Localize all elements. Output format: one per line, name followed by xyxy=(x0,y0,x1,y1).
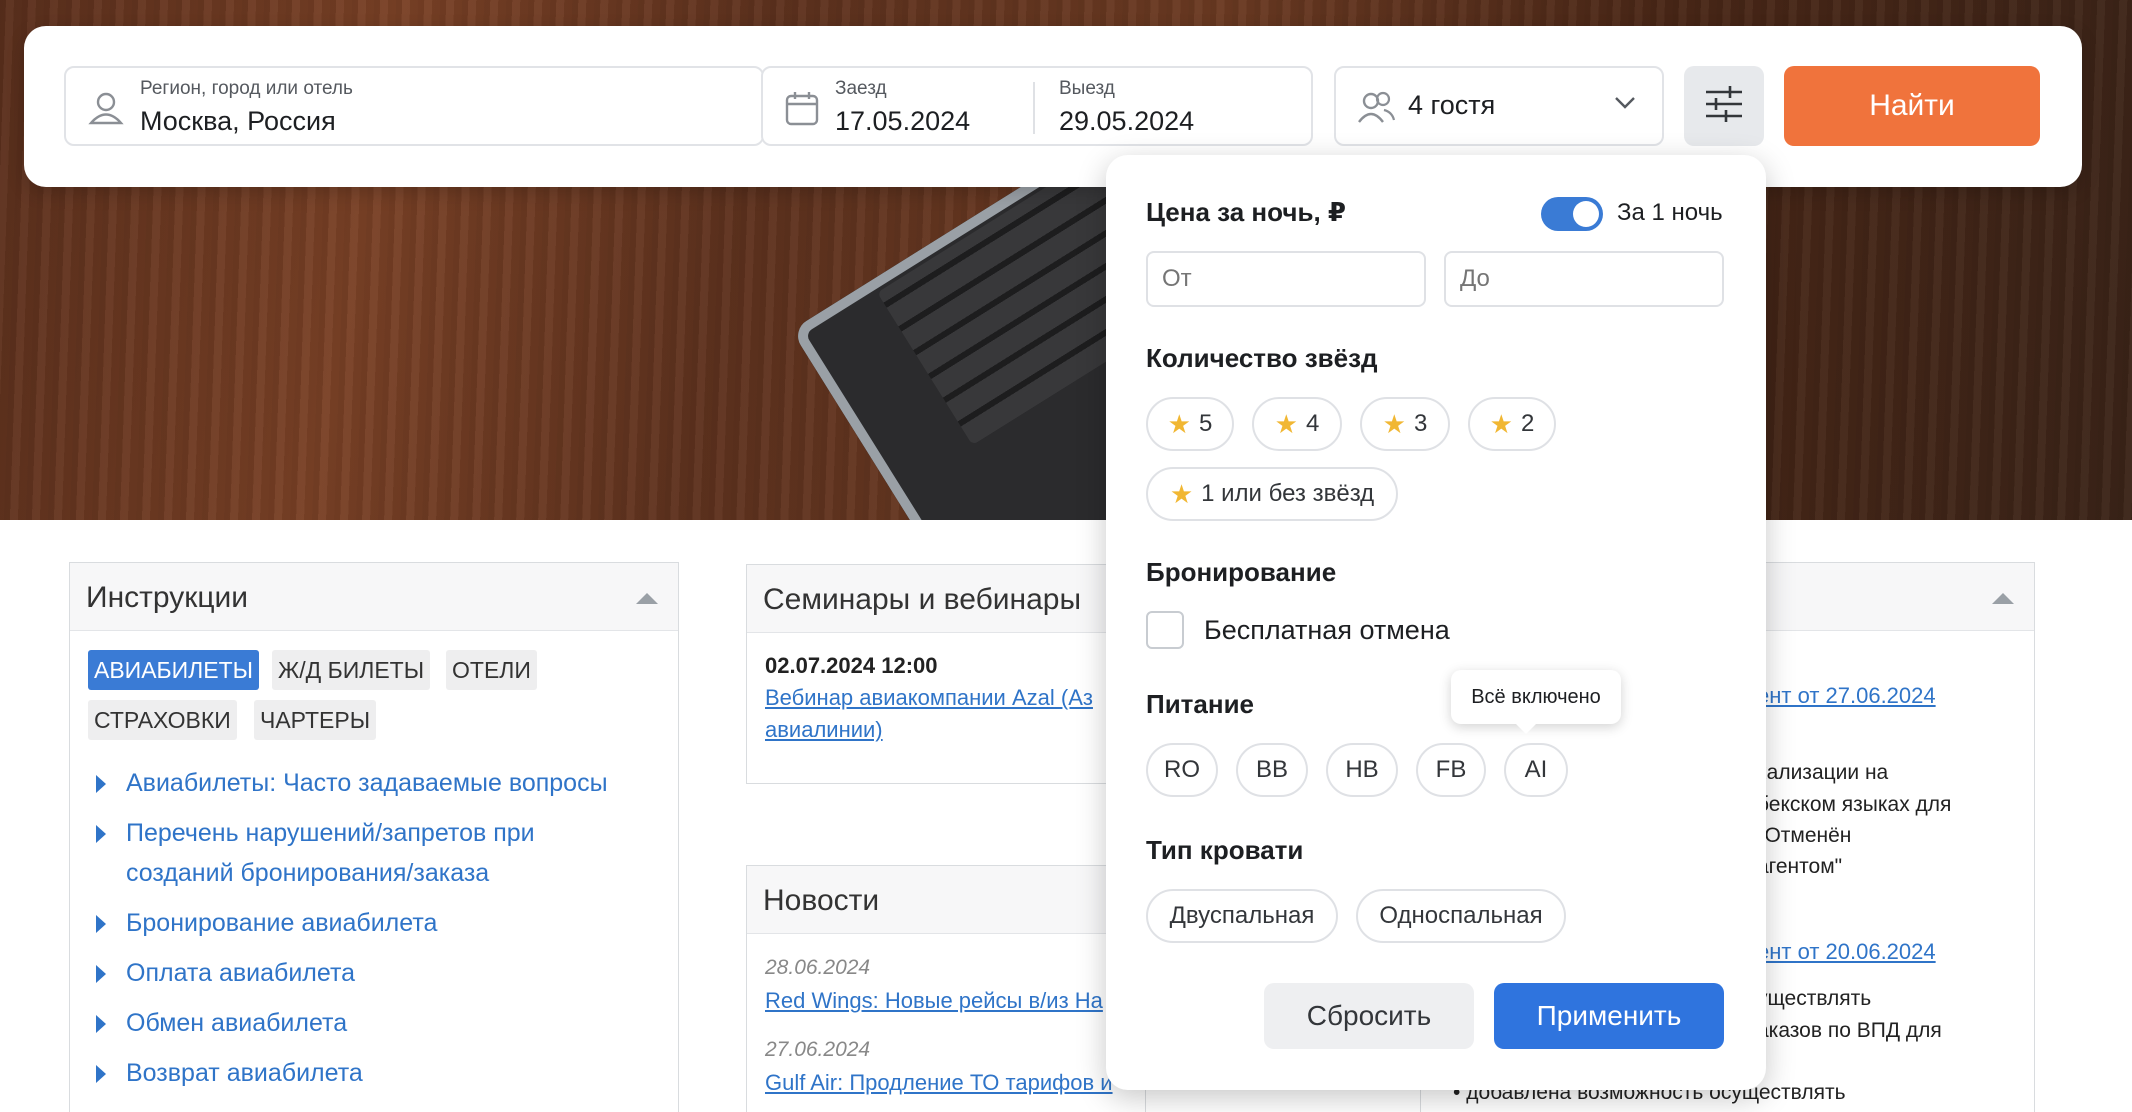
person-pin-icon xyxy=(86,88,126,133)
update-text: аказов по ВПД для xyxy=(1757,1019,1942,1042)
reset-button[interactable]: Сбросить xyxy=(1264,983,1474,1049)
filters-popup: Цена за ночь, ₽ За 1 ночь Количество звё… xyxy=(1106,155,1766,1090)
guests-value: 4 гостя xyxy=(1408,90,1496,120)
seminar-link[interactable]: Вебинар авиакомпании Azal (Аз xyxy=(765,685,1093,711)
star-icon: ★ xyxy=(1169,478,1194,509)
meal-fb-chip[interactable]: FB xyxy=(1416,743,1486,797)
per-night-toggle[interactable] xyxy=(1541,197,1603,231)
meal-bb-chip[interactable]: BB xyxy=(1236,743,1308,797)
region-field[interactable]: Регион, город или отель Москва, Россия xyxy=(64,66,764,146)
guests-icon xyxy=(1356,88,1396,133)
filters-button[interactable] xyxy=(1684,66,1764,146)
checkout-label: Выезд xyxy=(1059,78,1115,99)
bed-single-chip[interactable]: Односпальная xyxy=(1356,889,1566,943)
free-cancel-label[interactable]: Бесплатная отмена xyxy=(1204,615,1450,646)
update-text: уществлять xyxy=(1757,987,1872,1010)
tab-hotels[interactable]: ОТЕЛИ xyxy=(446,650,537,690)
tab-insurance[interactable]: СТРАХОВКИ xyxy=(88,700,237,740)
stars-2-chip[interactable]: ★ 2 xyxy=(1468,397,1556,451)
meal-tooltip: Всё включено xyxy=(1451,670,1621,734)
star-icon: ★ xyxy=(1274,408,1298,439)
meal-ai-chip[interactable]: AI xyxy=(1504,743,1568,797)
seminar-date: 02.07.2024 12:00 xyxy=(765,653,938,678)
star-icon: ★ xyxy=(1382,408,1406,439)
update-link[interactable]: ент от 20.06.2024 xyxy=(1757,939,1936,965)
news-header[interactable]: Новости xyxy=(747,866,1145,934)
news-title: Новости xyxy=(763,884,880,917)
checkin-label: Заезд xyxy=(835,78,887,99)
update-link[interactable]: ент от 27.06.2024 xyxy=(1757,683,1936,709)
stars-3-label: 3 xyxy=(1413,410,1428,437)
apply-button[interactable]: Применить xyxy=(1494,983,1724,1049)
guests-select[interactable]: 4 гостя xyxy=(1334,66,1664,146)
triangle-right-icon xyxy=(96,1065,106,1083)
seminars-header[interactable]: Семинары и вебинары xyxy=(747,565,1145,633)
bed-title: Тип кровати xyxy=(1146,835,1304,865)
region-value: Москва, Россия xyxy=(140,106,336,136)
star-icon: ★ xyxy=(1489,408,1513,439)
chevron-down-icon xyxy=(1614,96,1636,115)
calendar-icon xyxy=(785,90,819,131)
find-button[interactable]: Найти xyxy=(1784,66,2040,146)
hotel-search-bar: Регион, город или отель Москва, Россия З… xyxy=(24,26,2082,187)
per-night-label: За 1 ночь xyxy=(1617,199,1723,226)
news-link[interactable]: Red Wings: Новые рейсы в/из На xyxy=(765,988,1103,1014)
toggle-knob xyxy=(1573,201,1599,227)
stars-3-chip[interactable]: ★ 3 xyxy=(1360,397,1450,451)
stars-1-chip[interactable]: ★ 1 или без звёзд xyxy=(1146,467,1398,521)
tab-charters[interactable]: ЧАРТЕРЫ xyxy=(254,700,377,740)
checkin-value[interactable]: 17.05.2024 xyxy=(835,106,970,137)
sliders-icon xyxy=(1704,85,1744,128)
update-text: кализации на xyxy=(1757,761,1889,784)
instructions-title: Инструкции xyxy=(86,581,249,614)
checkout-value[interactable]: 29.05.2024 xyxy=(1059,106,1194,137)
price-title: Цена за ночь, ₽ xyxy=(1146,197,1346,227)
triangle-right-icon xyxy=(96,915,106,933)
bed-double-chip[interactable]: Двуспальная xyxy=(1146,889,1338,943)
stars-5-chip[interactable]: ★ 5 xyxy=(1146,397,1234,451)
update-text: бекском языках для xyxy=(1757,793,1952,816)
instructions-header[interactable]: Инструкции xyxy=(70,563,678,631)
stars-title: Количество звёзд xyxy=(1146,343,1378,373)
tab-rail[interactable]: Ж/Д БИЛЕТЫ xyxy=(272,650,431,690)
stars-4-label: 4 xyxy=(1305,410,1320,437)
seminars-panel: Семинары и вебинары 02.07.2024 12:00 Веб… xyxy=(746,564,1146,784)
stars-1-label: 1 или без звёзд xyxy=(1201,480,1375,507)
dates-divider xyxy=(1033,82,1035,134)
stars-4-chip[interactable]: ★ 4 xyxy=(1252,397,1342,451)
meal-hb-chip[interactable]: HB xyxy=(1326,743,1398,797)
meals-title: Питание xyxy=(1146,689,1255,719)
booking-title: Бронирование xyxy=(1146,557,1337,587)
triangle-right-icon xyxy=(96,1015,106,1033)
stars-5-label: 5 xyxy=(1198,410,1213,437)
seminar-link-line2[interactable]: авиалинии) xyxy=(765,717,883,743)
tab-avia[interactable]: АВИАБИЛЕТЫ xyxy=(88,650,260,690)
region-label: Регион, город или отель xyxy=(140,78,353,99)
dates-field[interactable]: Заезд 17.05.2024 Выезд 29.05.2024 xyxy=(761,66,1313,146)
triangle-right-icon xyxy=(96,775,106,793)
news-date: 27.06.2024 xyxy=(765,1038,871,1061)
news-date: 28.06.2024 xyxy=(765,956,871,979)
star-icon: ★ xyxy=(1167,408,1191,439)
collapse-icon[interactable] xyxy=(1992,593,2014,604)
triangle-right-icon xyxy=(96,825,106,843)
news-link[interactable]: Gulf Air: Продление ТО тарифов и xyxy=(765,1070,1113,1096)
update-text: агентом" xyxy=(1757,855,1843,878)
update-text: "Отменён xyxy=(1757,824,1852,847)
meal-ro-chip[interactable]: RO xyxy=(1146,743,1218,797)
stars-2-label: 2 xyxy=(1520,410,1535,437)
price-from-input[interactable] xyxy=(1146,251,1426,307)
news-panel: Новости 28.06.2024 Red Wings: Новые рейс… xyxy=(746,865,1146,1112)
free-cancel-checkbox[interactable] xyxy=(1146,611,1184,649)
triangle-right-icon xyxy=(96,965,106,983)
price-to-input[interactable] xyxy=(1444,251,1724,307)
seminars-title: Семинары и вебинары xyxy=(763,583,1082,616)
collapse-icon[interactable] xyxy=(636,593,658,604)
instructions-panel: Инструкции АВИАБИЛЕТЫ Ж/Д БИЛЕТЫ ОТЕЛИ С… xyxy=(69,562,679,1112)
